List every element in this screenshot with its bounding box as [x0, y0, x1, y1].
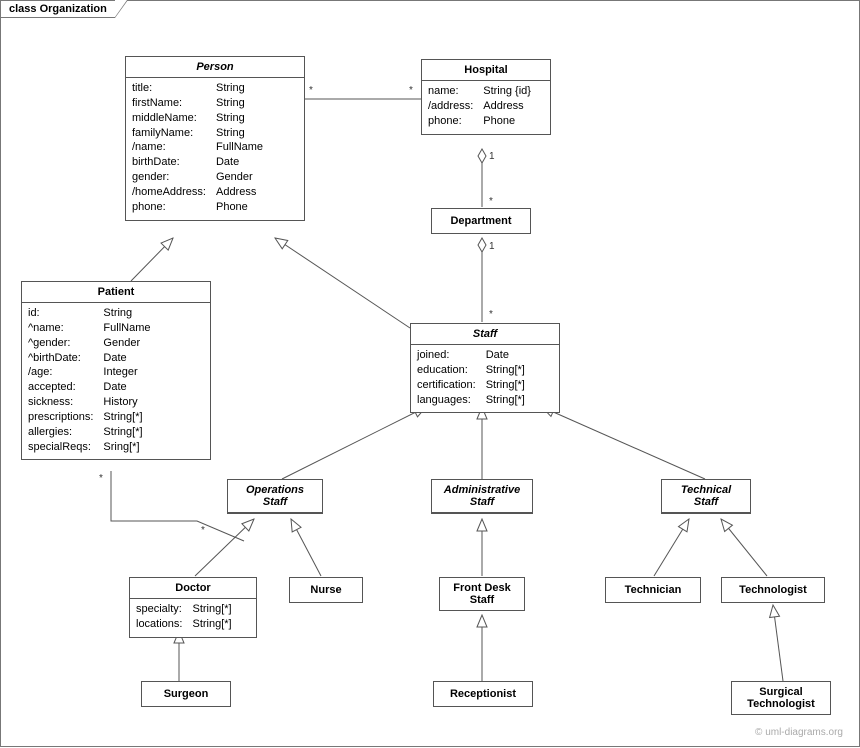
- class-title: Department: [450, 215, 511, 227]
- frame-title: class Organization: [0, 0, 115, 18]
- class-title: Hospital: [422, 60, 550, 80]
- class-administrative-staff: Administrative Staff: [431, 479, 533, 514]
- class-technical-staff: Technical Staff: [661, 479, 751, 514]
- class-title: Nurse: [310, 584, 341, 596]
- class-title: Staff: [411, 324, 559, 344]
- class-title: Surgical Technologist: [747, 686, 815, 710]
- class-hospital: Hospital name: /address: phone: String {…: [421, 59, 551, 135]
- uml-frame: class Organization: [0, 0, 860, 747]
- class-department: Department: [431, 208, 531, 234]
- class-nurse: Nurse: [289, 577, 363, 603]
- class-attrs: specialty: locations: String[*] String[*…: [130, 599, 256, 637]
- class-title: Operations Staff: [228, 480, 322, 512]
- class-operations-staff: Operations Staff: [227, 479, 323, 514]
- class-technologist: Technologist: [721, 577, 825, 603]
- class-title: Technician: [625, 584, 682, 596]
- class-title: Receptionist: [450, 688, 516, 700]
- class-attrs: title: firstName: middleName: familyName…: [126, 78, 304, 220]
- mult-patient-op-a: *: [99, 473, 103, 484]
- class-title: Doctor: [130, 578, 256, 598]
- class-title: Technical Staff: [662, 480, 750, 512]
- watermark: © uml-diagrams.org: [755, 727, 843, 738]
- class-doctor: Doctor specialty: locations: String[*] S…: [129, 577, 257, 638]
- mult-dept-staff-star: *: [489, 309, 493, 320]
- class-title: Surgeon: [164, 688, 209, 700]
- class-title: Front Desk Staff: [453, 582, 510, 606]
- class-technician: Technician: [605, 577, 701, 603]
- class-title: Patient: [22, 282, 210, 302]
- class-attrs: id: ^name: ^gender: ^birthDate: /age: ac…: [22, 303, 210, 459]
- class-surgical-technologist: Surgical Technologist: [731, 681, 831, 715]
- mult-person-hospital-b: *: [409, 85, 413, 96]
- mult-hosp-dept-1: 1: [489, 151, 495, 162]
- class-front-desk-staff: Front Desk Staff: [439, 577, 525, 611]
- mult-patient-op-b: *: [201, 525, 205, 536]
- class-staff: Staff joined: education: certification: …: [410, 323, 560, 413]
- class-attrs: name: /address: phone: String {id} Addre…: [422, 81, 550, 134]
- class-attrs: joined: education: certification: langua…: [411, 345, 559, 412]
- class-receptionist: Receptionist: [433, 681, 533, 707]
- class-surgeon: Surgeon: [141, 681, 231, 707]
- class-patient: Patient id: ^name: ^gender: ^birthDate: …: [21, 281, 211, 460]
- class-title: Administrative Staff: [432, 480, 532, 512]
- mult-person-hospital-a: *: [309, 85, 313, 96]
- mult-hosp-dept-star: *: [489, 196, 493, 207]
- mult-dept-staff-1: 1: [489, 241, 495, 252]
- class-title: Person: [126, 57, 304, 77]
- class-title: Technologist: [739, 584, 807, 596]
- class-person: Person title: firstName: middleName: fam…: [125, 56, 305, 221]
